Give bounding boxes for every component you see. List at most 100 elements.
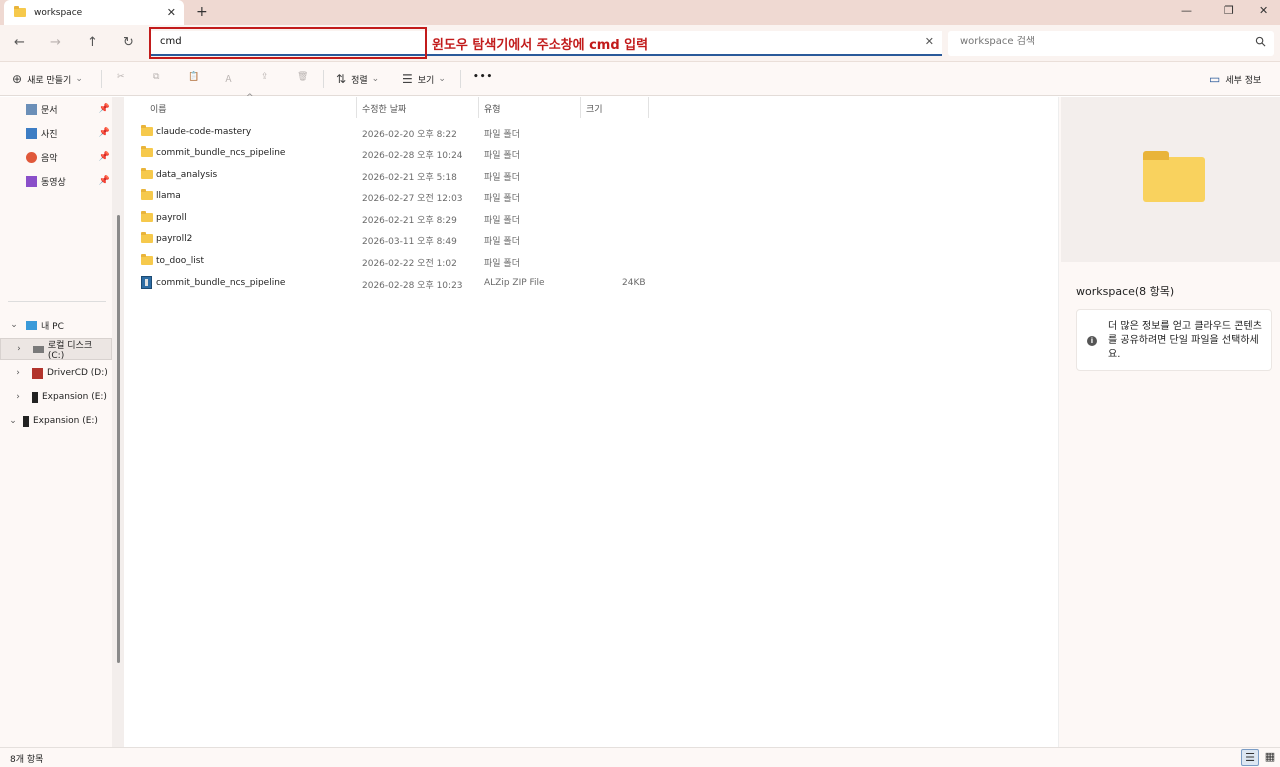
sort-caret-icon: ^ — [246, 93, 254, 103]
back-button[interactable]: ← — [14, 35, 25, 50]
search-icon[interactable] — [1255, 36, 1266, 47]
sidebar-item-videos[interactable]: 동영상 📌 — [0, 170, 112, 192]
more-options-icon[interactable]: ••• — [473, 72, 493, 82]
chevron-down-icon: ⌄ — [371, 74, 380, 84]
chevron-down-icon[interactable]: ⌄ — [7, 416, 19, 426]
column-divider[interactable] — [478, 97, 479, 118]
column-header-date[interactable]: 수정한 날짜 — [362, 102, 406, 115]
file-date: 2026-02-20 오후 8:22 — [362, 130, 457, 140]
sidebar-item-label: 사진 — [41, 129, 58, 140]
pin-icon[interactable]: 📌 — [99, 104, 110, 114]
column-header-size[interactable]: 크기 — [586, 102, 603, 115]
view-button[interactable]: ☰ 보기 ⌄ — [402, 72, 446, 86]
sidebar-item-expansion-e-root[interactable]: ⌄ Expansion (E:) — [0, 410, 112, 432]
delete-icon[interactable]: 🗑 — [297, 72, 308, 82]
new-tab-button[interactable]: + — [196, 4, 208, 20]
sidebar-item-pictures[interactable]: 사진 📌 — [0, 122, 112, 144]
maximize-button[interactable]: ❐ — [1224, 4, 1234, 17]
sort-button[interactable]: ⇅ 정렬 ⌄ — [336, 72, 379, 86]
column-divider[interactable] — [580, 97, 581, 118]
file-type: 파일 폴더 — [484, 194, 520, 204]
search-box[interactable] — [948, 31, 1274, 56]
tab-close-icon[interactable]: ✕ — [167, 6, 176, 19]
file-date: 2026-02-27 오전 12:03 — [362, 194, 463, 204]
sidebar-item-local-disk-c[interactable]: › 로컬 디스크 (C:) — [0, 338, 112, 361]
close-window-button[interactable]: ✕ — [1259, 4, 1268, 17]
sidebar-item-this-pc[interactable]: ⌄ 내 PC — [0, 314, 112, 336]
folder-icon — [141, 168, 153, 179]
chevron-right-icon[interactable]: › — [12, 368, 24, 378]
file-date: 2026-03-11 오후 8:49 — [362, 237, 457, 247]
file-name: claude-code-mastery — [156, 127, 252, 137]
table-row[interactable]: payroll2 2026-03-11 오후 8:49 파일 폴더 — [136, 229, 656, 250]
cut-icon[interactable]: ✂ — [117, 72, 125, 82]
sidebar-item-label: 동영상 — [41, 177, 66, 188]
toolbar-divider — [460, 70, 461, 88]
new-button-label: 새로 만들기 — [27, 75, 72, 86]
minimize-button[interactable]: — — [1181, 4, 1192, 17]
file-date: 2026-02-21 오후 8:29 — [362, 216, 457, 226]
paste-icon[interactable]: 📋 — [188, 72, 199, 82]
details-title: workspace(8 항목) — [1076, 285, 1175, 298]
details-pane-label: 세부 정보 — [1225, 75, 1262, 86]
details-view-button[interactable]: ☰ — [1241, 749, 1259, 766]
file-type: 파일 폴더 — [484, 130, 520, 140]
sidebar-item-label: 음악 — [41, 153, 58, 164]
forward-button[interactable]: → — [50, 35, 61, 50]
table-row[interactable]: commit_bundle_ncs_pipeline 2026-02-28 오후… — [136, 273, 656, 294]
column-header-name[interactable]: 이름 — [150, 102, 167, 115]
details-pane: workspace(8 항목) i 더 많은 정보를 얻고 클라우드 콘텐츠를 … — [1058, 97, 1280, 747]
document-icon — [26, 103, 37, 115]
title-bar: workspace ✕ + — ❐ ✕ — [0, 0, 1280, 25]
column-divider[interactable] — [356, 97, 357, 118]
tiles-view-button[interactable]: ▦ — [1261, 749, 1279, 766]
navigation-pane: 문서 📌 사진 📌 음악 📌 동영상 📌 ⌄ 내 PC › 로컬 디스크 (C:… — [0, 97, 112, 747]
table-row[interactable]: claude-code-mastery 2026-02-20 오후 8:22 파… — [136, 122, 656, 143]
sidebar-scrollbar-thumb[interactable] — [117, 215, 120, 663]
share-icon[interactable]: ⇪ — [261, 72, 269, 82]
file-list: ^ 이름 수정한 날짜 유형 크기 claude-code-mastery 20… — [124, 93, 1058, 747]
item-count: 8개 항목 — [10, 755, 44, 765]
rename-icon[interactable]: Ａ — [224, 72, 233, 85]
table-row[interactable]: llama 2026-02-27 오전 12:03 파일 폴더 — [136, 186, 656, 207]
column-header-type[interactable]: 유형 — [484, 102, 501, 115]
file-name: to_doo_list — [156, 256, 204, 266]
refresh-button[interactable]: ↻ — [123, 35, 134, 50]
new-button[interactable]: ⊕ 새로 만들기 ⌄ — [12, 72, 83, 86]
music-icon — [26, 151, 37, 163]
clear-address-icon[interactable]: ✕ — [925, 35, 934, 48]
view-icon: ☰ — [402, 72, 413, 86]
copy-icon[interactable]: ⧉ — [153, 72, 159, 82]
chevron-down-icon[interactable]: ⌄ — [8, 320, 20, 330]
sidebar-item-label: Expansion (E:) — [33, 416, 98, 426]
table-row[interactable]: payroll 2026-02-21 오후 8:29 파일 폴더 — [136, 208, 656, 229]
sidebar-item-drivercd-d[interactable]: › DriverCD (D:) — [0, 362, 112, 384]
sidebar-item-documents[interactable]: 문서 📌 — [0, 98, 112, 120]
file-type: 파일 폴더 — [484, 259, 520, 269]
file-date: 2026-02-28 오후 10:23 — [362, 281, 463, 291]
table-row[interactable]: to_doo_list 2026-02-22 오전 1:02 파일 폴더 — [136, 251, 656, 272]
file-type: 파일 폴더 — [484, 216, 520, 226]
sidebar-divider — [8, 301, 106, 302]
pin-icon[interactable]: 📌 — [99, 176, 110, 186]
search-input[interactable] — [960, 36, 1240, 47]
chevron-right-icon[interactable]: › — [12, 392, 24, 402]
toolbar-divider — [101, 70, 102, 88]
pin-icon[interactable]: 📌 — [99, 128, 110, 138]
tab-workspace[interactable]: workspace ✕ — [4, 0, 184, 25]
sidebar-item-music[interactable]: 음악 📌 — [0, 146, 112, 168]
up-button[interactable]: ↑ — [87, 35, 98, 50]
folder-icon — [141, 146, 153, 157]
table-row[interactable]: commit_bundle_ncs_pipeline 2026-02-28 오후… — [136, 143, 656, 164]
annotation-highlight-box — [149, 27, 427, 59]
column-divider[interactable] — [648, 97, 649, 118]
file-type: 파일 폴더 — [484, 237, 520, 247]
table-row[interactable]: data_analysis 2026-02-21 오후 5:18 파일 폴더 — [136, 165, 656, 186]
chevron-right-icon[interactable]: › — [13, 344, 25, 354]
folder-icon — [1143, 151, 1205, 202]
sidebar-item-expansion-e[interactable]: › Expansion (E:) — [0, 386, 112, 408]
file-type: ALZip ZIP File — [484, 278, 545, 288]
pin-icon[interactable]: 📌 — [99, 152, 110, 162]
details-pane-button[interactable]: ▭ 세부 정보 — [1209, 72, 1261, 86]
file-date: 2026-02-22 오전 1:02 — [362, 259, 457, 269]
